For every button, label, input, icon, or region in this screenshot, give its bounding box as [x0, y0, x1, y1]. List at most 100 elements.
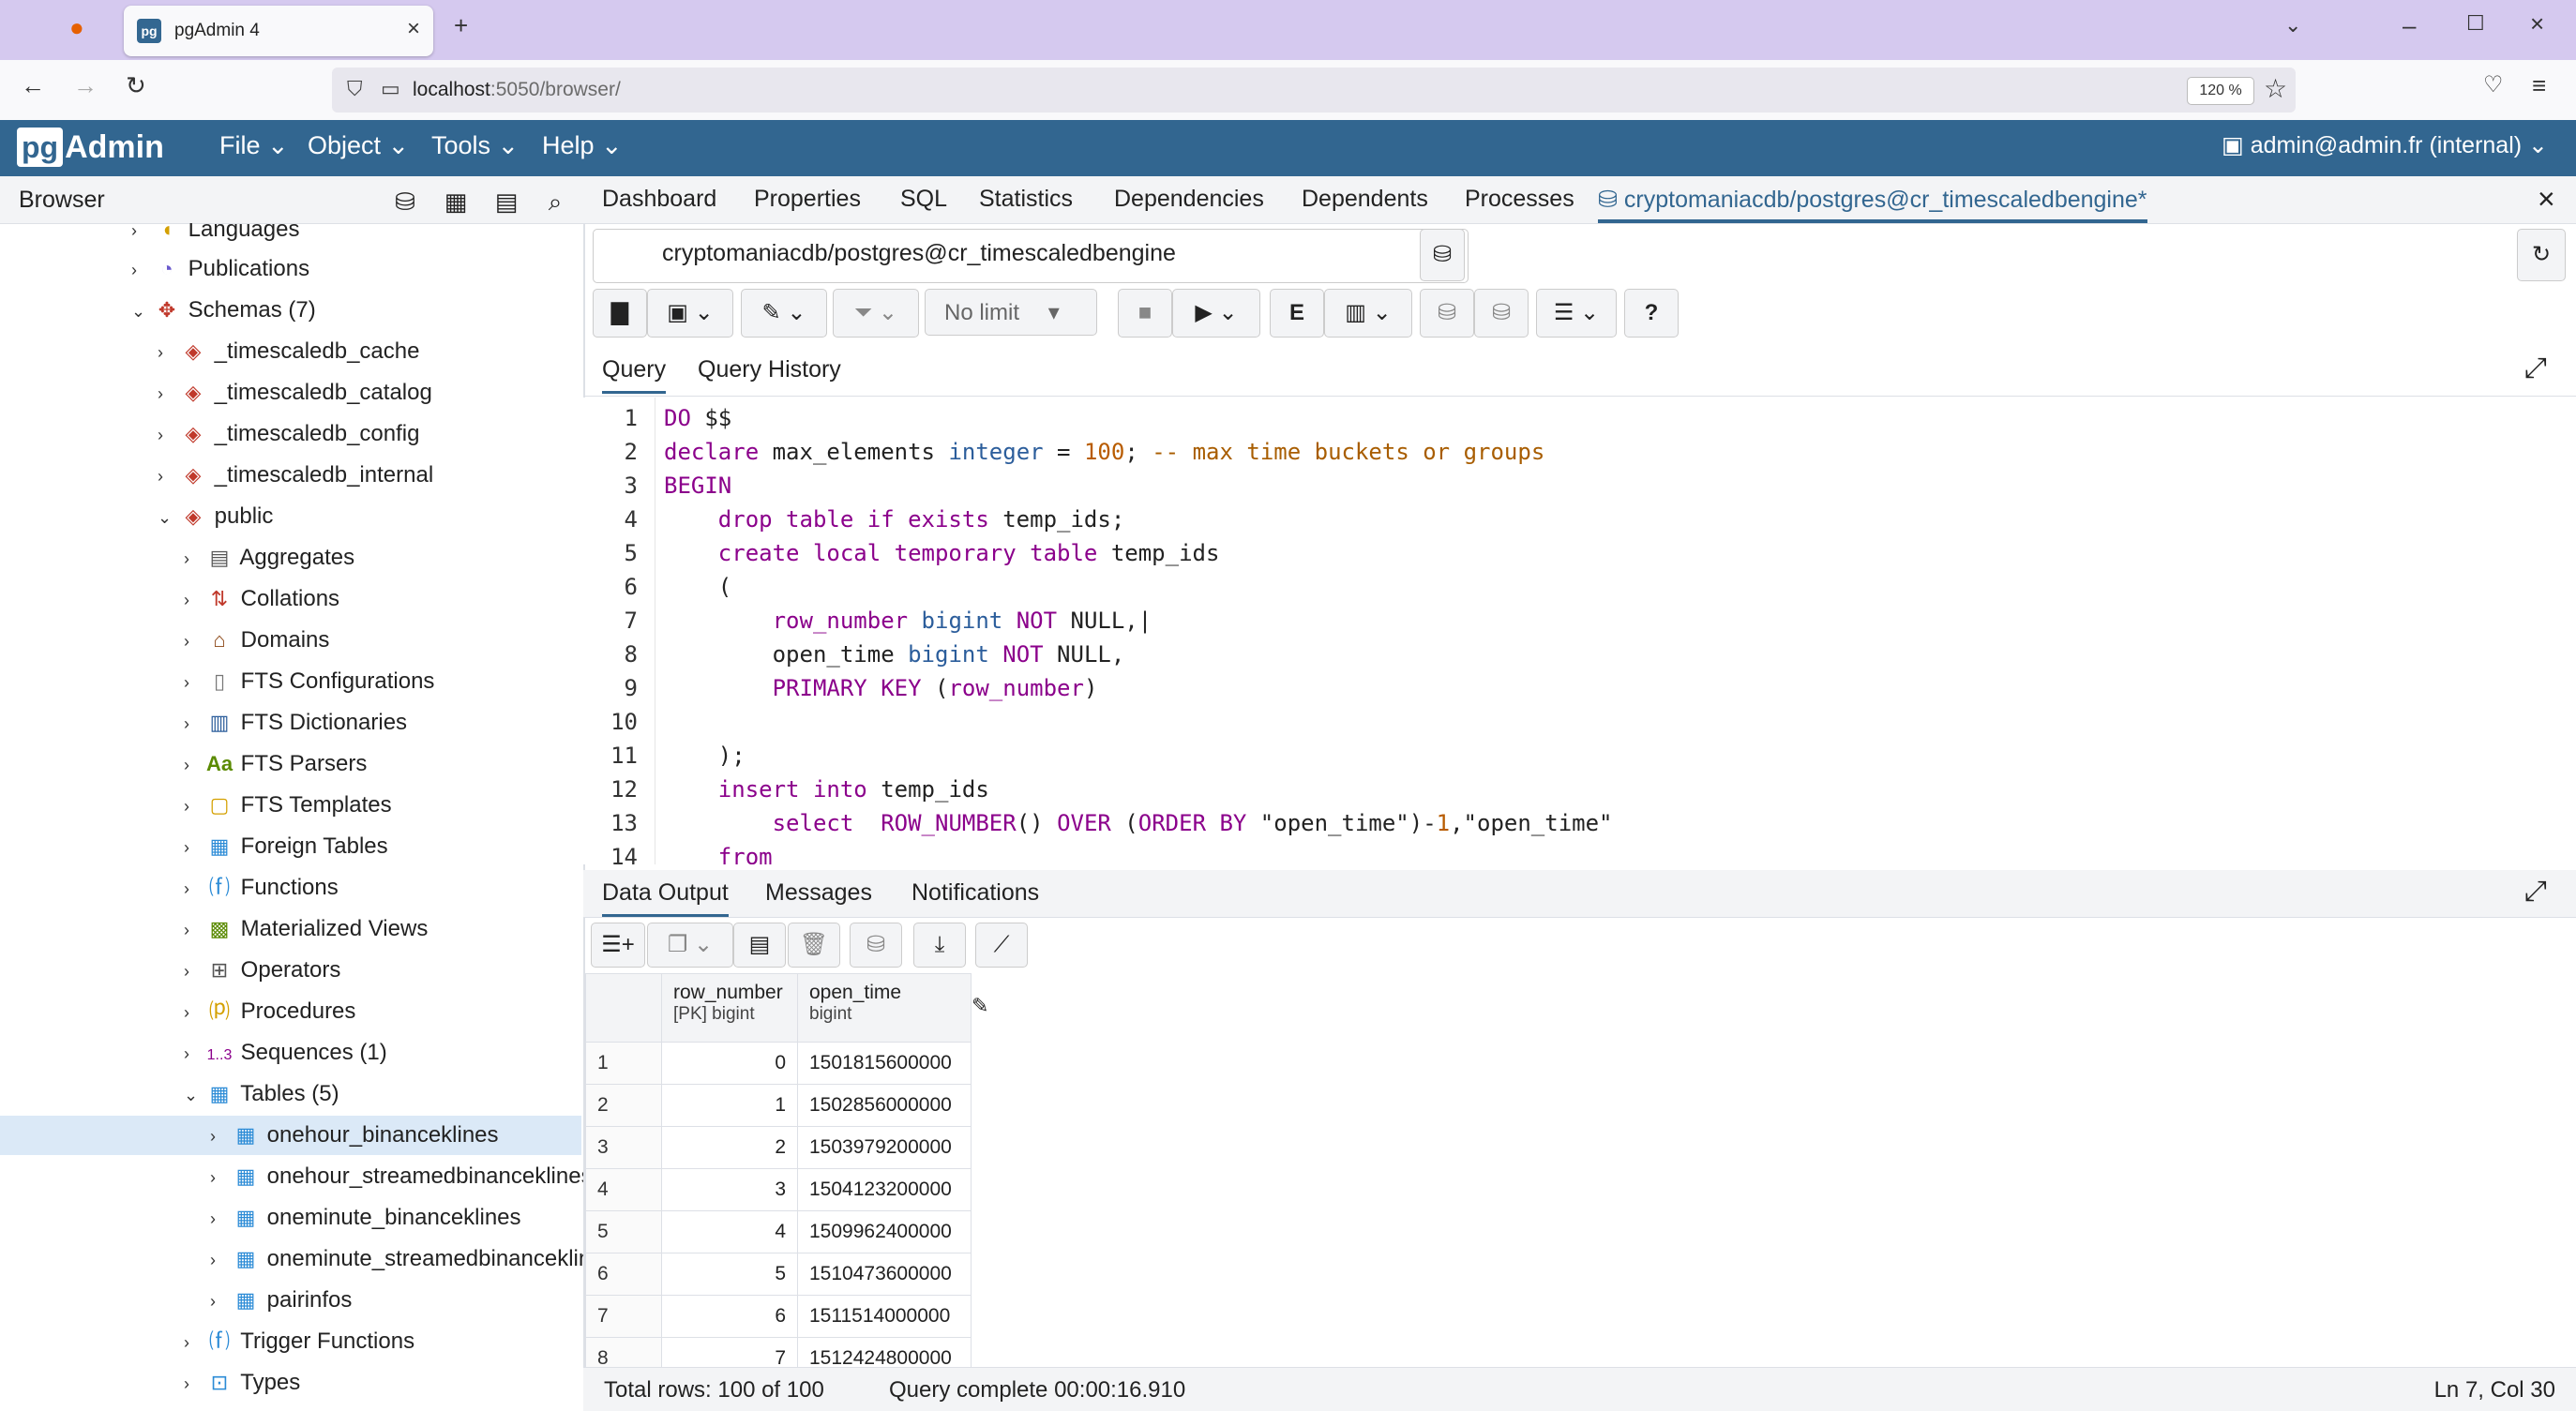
stop-button[interactable]: ■ — [1118, 289, 1172, 338]
sql-editor[interactable]: 1 2 3 4 5 6 7 8 9 10 11 12 13 14 DO $$ d… — [583, 398, 2576, 864]
edit-button[interactable]: ✎ ⌄ — [741, 289, 827, 338]
column-header-row-number[interactable]: row_number [PK] bigint — [661, 973, 798, 1043]
tab-messages[interactable]: Messages — [765, 879, 872, 907]
tree-node-languages[interactable]: › ◖ Languages — [131, 223, 299, 249]
save-data-button[interactable]: ⛁ — [850, 923, 902, 968]
tree-node-functions[interactable]: › ⒡ Functions — [184, 868, 339, 908]
tree-node-fts-dictionaries[interactable]: › ▥ FTS Dictionaries — [184, 703, 407, 743]
user-menu[interactable]: ▣ admin@admin.fr (internal) ⌄ — [2222, 131, 2548, 159]
tree-node-operators[interactable]: › ⊞ Operators — [184, 951, 340, 990]
graph-button[interactable]: ⟋ — [975, 923, 1028, 968]
new-tab-icon[interactable]: + — [454, 11, 468, 40]
tree-node-aggregates[interactable]: › ▤ Aggregates — [184, 538, 354, 578]
tree-node-onehour-streamedbinanceklines[interactable]: › ▦ onehour_streamedbinanceklines — [210, 1157, 583, 1196]
delete-button[interactable]: 🗑 — [788, 923, 840, 968]
shield-icon[interactable]: ⛉ — [347, 77, 363, 101]
tab-query-history[interactable]: Query History — [698, 356, 841, 383]
tree-node-procedures[interactable]: › ⒫ Procedures — [184, 992, 355, 1031]
tree-node-timescaledb-catalog[interactable]: › ◈ _timescaledb_catalog — [158, 373, 432, 413]
tree-node-timescaledb-config[interactable]: › ◈ _timescaledb_config — [158, 414, 419, 454]
zoom-level[interactable]: 120 % — [2187, 77, 2254, 105]
table-row[interactable]: 1 0 1501815600000 — [585, 1042, 972, 1085]
tree-node-onehour-binanceklines[interactable]: › ▦ onehour_binanceklines — [0, 1116, 581, 1155]
menu-tools[interactable]: Tools ⌄ — [431, 131, 519, 160]
new-connection-button[interactable]: ⛁ — [1420, 229, 1465, 281]
column-header-open-time[interactable]: open_time bigint — [797, 973, 972, 1043]
table-row[interactable]: 5 4 1509962400000 — [585, 1210, 972, 1253]
menu-object[interactable]: Object ⌄ — [308, 131, 409, 160]
view-data-icon[interactable]: ▦ — [437, 184, 475, 219]
tree-node-trigger-functions[interactable]: › ⒡ Trigger Functions — [184, 1322, 414, 1361]
tree-node-oneminute-streamedbinanceklines[interactable]: › ▦ oneminute_streamedbinanceklines — [210, 1239, 583, 1279]
explain-analyze-button[interactable]: ▥ ⌄ — [1324, 289, 1412, 338]
tab-query-tool[interactable]: ⛁ cryptomaniacdb/postgres@cr_timescaledb… — [1598, 186, 2147, 223]
list-tabs-icon[interactable]: ⌄ — [2284, 13, 2301, 38]
tree-node-materialized-views[interactable]: › ▩ Materialized Views — [184, 909, 428, 949]
tab-dependencies[interactable]: Dependencies — [1114, 186, 1264, 213]
table-row[interactable]: 2 1 1502856000000 — [585, 1084, 972, 1127]
minimize-icon[interactable]: – — [2403, 11, 2416, 40]
tree-node-fts-configurations[interactable]: › ▯ FTS Configurations — [184, 662, 434, 701]
table-row[interactable]: 3 2 1503979200000 — [585, 1126, 972, 1169]
close-panel-icon[interactable]: × — [2538, 182, 2555, 217]
tree-node-foreign-tables[interactable]: › ▦ Foreign Tables — [184, 827, 388, 866]
reload-icon[interactable]: ↻ — [126, 71, 146, 100]
menu-file[interactable]: File ⌄ — [219, 131, 289, 160]
expand-output-icon[interactable]: ⤢ — [2524, 876, 2547, 908]
limit-select[interactable]: No limit ▾ — [925, 289, 1097, 336]
close-tab-icon[interactable]: × — [407, 16, 420, 42]
tree-node-public[interactable]: ⌄ ◈ public — [158, 497, 273, 536]
tree-node-collations[interactable]: › ⇅ Collations — [184, 579, 339, 619]
tree-node-publications[interactable]: › ◔ Publications — [131, 249, 309, 289]
table-row[interactable]: 6 5 1510473600000 — [585, 1253, 972, 1296]
firefox-icon[interactable]: ● — [69, 13, 84, 42]
page-info-icon[interactable]: ▭ — [381, 77, 400, 101]
table-row[interactable]: 8 7 1512424800000 — [585, 1337, 972, 1367]
tab-statistics[interactable]: Statistics — [979, 186, 1073, 213]
open-file-button[interactable]: ▇ — [593, 289, 647, 338]
rollback-button[interactable]: ⛁ — [1474, 289, 1529, 338]
tree-node-types[interactable]: › ⊡ Types — [184, 1363, 300, 1403]
tree-node-fts-parsers[interactable]: › Aa FTS Parsers — [184, 744, 367, 784]
pocket-icon[interactable]: ♡ — [2483, 71, 2504, 98]
search-icon[interactable]: ⌕ — [536, 184, 574, 219]
tree-node-tables[interactable]: ⌄ ▦ Tables (5) — [184, 1074, 339, 1114]
back-icon[interactable]: ← — [21, 71, 45, 100]
tree-node-oneminute-binanceklines[interactable]: › ▦ oneminute_binanceklines — [210, 1198, 521, 1238]
tab-data-output[interactable]: Data Output — [602, 879, 729, 917]
tree-node-timescaledb-cache[interactable]: › ◈ _timescaledb_cache — [158, 332, 419, 371]
app-menu-icon[interactable]: ≡ — [2532, 71, 2546, 100]
menu-help[interactable]: Help ⌄ — [542, 131, 623, 160]
macros-button[interactable]: ☰ ⌄ — [1536, 289, 1617, 338]
tab-sql[interactable]: SQL — [900, 186, 947, 213]
download-button[interactable]: ⤓ — [913, 923, 966, 968]
filter-button[interactable]: ⏷ ⌄ — [833, 289, 919, 338]
tree-node-schemas[interactable]: ⌄ ✥ Schemas (7) — [131, 291, 316, 330]
paste-button[interactable]: ▤ — [733, 923, 786, 968]
window-close-icon[interactable]: × — [2530, 9, 2544, 38]
tab-properties[interactable]: Properties — [754, 186, 861, 213]
query-tool-icon[interactable]: ⛁ — [386, 184, 424, 219]
tab-processes[interactable]: Processes — [1465, 186, 1574, 213]
tree-node-domains[interactable]: › ⌂ Domains — [184, 621, 329, 660]
table-row[interactable]: 4 3 1504123200000 — [585, 1168, 972, 1211]
save-file-button[interactable]: ▣ ⌄ — [647, 289, 733, 338]
copy-button[interactable]: ❐ ⌄ — [647, 923, 733, 968]
commit-button[interactable]: ⛁ — [1420, 289, 1474, 338]
explain-button[interactable]: E — [1270, 289, 1324, 338]
tab-query[interactable]: Query — [602, 356, 667, 394]
tab-dashboard[interactable]: Dashboard — [602, 186, 716, 213]
bookmark-star-icon[interactable]: ☆ — [2264, 73, 2287, 104]
refresh-button[interactable]: ↻ — [2517, 229, 2566, 281]
tab-notifications[interactable]: Notifications — [911, 879, 1039, 907]
execute-button[interactable]: ▶ ⌄ — [1172, 289, 1260, 338]
tree-node-fts-templates[interactable]: › ▢ FTS Templates — [184, 786, 392, 825]
tree-node-timescaledb-internal[interactable]: › ◈ _timescaledb_internal — [158, 456, 433, 495]
tree-node-sequences[interactable]: › 1..3 Sequences (1) — [184, 1033, 387, 1073]
edit-column-icon[interactable]: ✎ — [972, 994, 988, 1018]
table-row[interactable]: 7 6 1511514000000 — [585, 1295, 972, 1338]
expand-icon[interactable]: ⤢ — [2524, 353, 2547, 384]
add-row-button[interactable]: ☰+ — [591, 923, 645, 968]
browser-tab[interactable]: pg pgAdmin 4 × — [124, 6, 433, 56]
url-text[interactable]: localhost:5050/browser/ — [413, 79, 621, 101]
